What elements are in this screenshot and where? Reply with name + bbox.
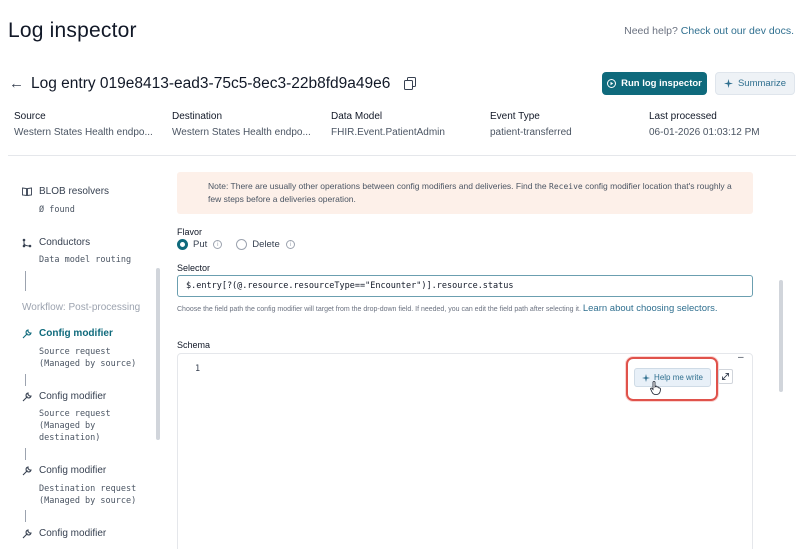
meta-destination: Destination Western States Health endpo.… <box>172 111 311 138</box>
info-icon[interactable]: i <box>213 240 223 249</box>
sidebar-item-label: Config modifier <box>39 328 113 339</box>
meta-source: Source Western States Health endpo... <box>14 111 153 138</box>
sidebar-item-config-modifier[interactable]: Config modifier <box>22 391 106 402</box>
sparkle-icon <box>723 79 733 88</box>
meta-label: Last processed <box>649 111 717 122</box>
sidebar: BLOB resolvers Ø found Conductors Data m… <box>0 156 165 549</box>
config-modifier-form: Note: There are usually other operations… <box>165 156 785 549</box>
note-code: Receive <box>549 182 583 191</box>
sidebar-item-label: BLOB resolvers <box>39 186 110 197</box>
sidebar-item-sub: Source request (Managed by source) <box>39 347 137 369</box>
sidebar-item-conductors[interactable]: Conductors <box>22 237 90 248</box>
line-number: 1 <box>195 364 201 374</box>
meta-label: Destination <box>172 111 223 122</box>
radio-put-label: Put <box>193 239 208 250</box>
meta-value: FHIR.Event.PatientAdmin <box>331 127 445 138</box>
page-title: Log inspector <box>8 19 137 42</box>
radio-delete-label: Delete <box>252 239 280 250</box>
timeline-line <box>25 448 26 460</box>
meta-last-processed: Last processed 06-01-2026 01:03:12 PM <box>649 111 760 138</box>
copy-icon[interactable] <box>404 77 416 90</box>
flavor-radio-group: Put i Delete i <box>177 239 309 250</box>
expand-icon[interactable] <box>718 369 733 384</box>
wrench-icon <box>22 465 32 475</box>
sidebar-item-label: Config modifier <box>39 528 107 539</box>
sidebar-item-config-modifier-active[interactable]: Config modifier <box>22 328 113 339</box>
selector-label: Selector <box>177 263 211 273</box>
sidebar-item-sub: Ø found <box>39 205 75 215</box>
sidebar-item-label: Config modifier <box>39 391 107 402</box>
help-me-write-label: Help me write <box>654 373 703 382</box>
selector-help-text: Choose the field path the config modifie… <box>177 306 581 313</box>
schema-label: Schema <box>177 340 211 350</box>
selector-help: Choose the field path the config modifie… <box>177 302 753 317</box>
back-arrow-icon[interactable]: ← <box>9 75 24 92</box>
learn-selectors-link[interactable]: Learn about choosing selectors. <box>583 303 718 314</box>
meta-value: Western States Health endpo... <box>14 127 153 138</box>
sidebar-item-config-modifier[interactable]: Config modifier <box>22 528 106 539</box>
help-text: Need help? Check out our dev docs. <box>624 25 794 37</box>
help-me-write-button[interactable]: Help me write <box>634 368 711 387</box>
radio-delete[interactable] <box>236 239 248 250</box>
timeline-line <box>25 510 26 522</box>
selector-input[interactable]: $.entry[?(@.resource.resourceType=="Enco… <box>177 275 753 297</box>
sidebar-item-label: Conductors <box>39 237 91 248</box>
meta-label: Source <box>14 111 46 122</box>
sparkle-icon <box>642 373 651 382</box>
note-text-before: Note: There are usually other operations… <box>208 181 547 191</box>
summarize-label: Summarize <box>737 78 787 89</box>
meta-data-model: Data Model FHIR.Event.PatientAdmin <box>331 111 445 138</box>
meta-value: 06-01-2026 01:03:12 PM <box>649 127 760 138</box>
meta-label: Event Type <box>490 111 540 122</box>
sidebar-section-title: Workflow: Post-processing <box>22 302 141 313</box>
dev-docs-link[interactable]: Check out our dev docs. <box>681 25 794 37</box>
sidebar-item-sub: Destination request (Managed by source) <box>39 484 137 506</box>
sidebar-item-label: Config modifier <box>39 465 107 476</box>
log-entry-title: Log entry 019e8413-ead3-75c5-8ec3-22b8fd… <box>31 75 391 92</box>
run-log-inspector-button[interactable]: Run log inspector <box>602 72 707 95</box>
sidebar-scrollbar[interactable] <box>156 268 160 440</box>
main-scrollbar[interactable] <box>779 280 783 392</box>
summarize-button[interactable]: Summarize <box>715 72 795 95</box>
wrench-icon <box>22 391 32 401</box>
sidebar-item-sub: Data model routing <box>39 255 132 265</box>
meta-event-type: Event Type patient-transferred <box>490 111 572 138</box>
timeline-line <box>25 271 26 291</box>
info-note: Note: There are usually other operations… <box>177 172 753 214</box>
info-icon[interactable]: i <box>285 240 295 249</box>
timeline-line <box>25 374 26 386</box>
sidebar-item-sub: Source request (Managed by destination) <box>39 409 111 443</box>
wrench-icon <box>22 328 32 338</box>
flavor-label: Flavor <box>177 227 203 237</box>
radio-put[interactable] <box>177 239 188 250</box>
collapse-icon[interactable]: – <box>738 352 744 363</box>
meta-value: patient-transferred <box>490 127 572 138</box>
sidebar-item-blob-resolvers[interactable]: BLOB resolvers <box>22 186 109 197</box>
wrench-icon <box>22 528 32 538</box>
help-prefix: Need help? <box>624 25 678 37</box>
meta-value: Western States Health endpo... <box>172 127 311 138</box>
run-log-inspector-label: Run log inspector <box>621 78 702 89</box>
sidebar-item-config-modifier[interactable]: Config modifier <box>22 465 106 476</box>
book-icon <box>22 187 32 196</box>
meta-label: Data Model <box>331 111 383 122</box>
branch-icon <box>22 238 32 247</box>
run-icon <box>607 79 617 88</box>
hand-cursor-icon <box>650 381 661 395</box>
